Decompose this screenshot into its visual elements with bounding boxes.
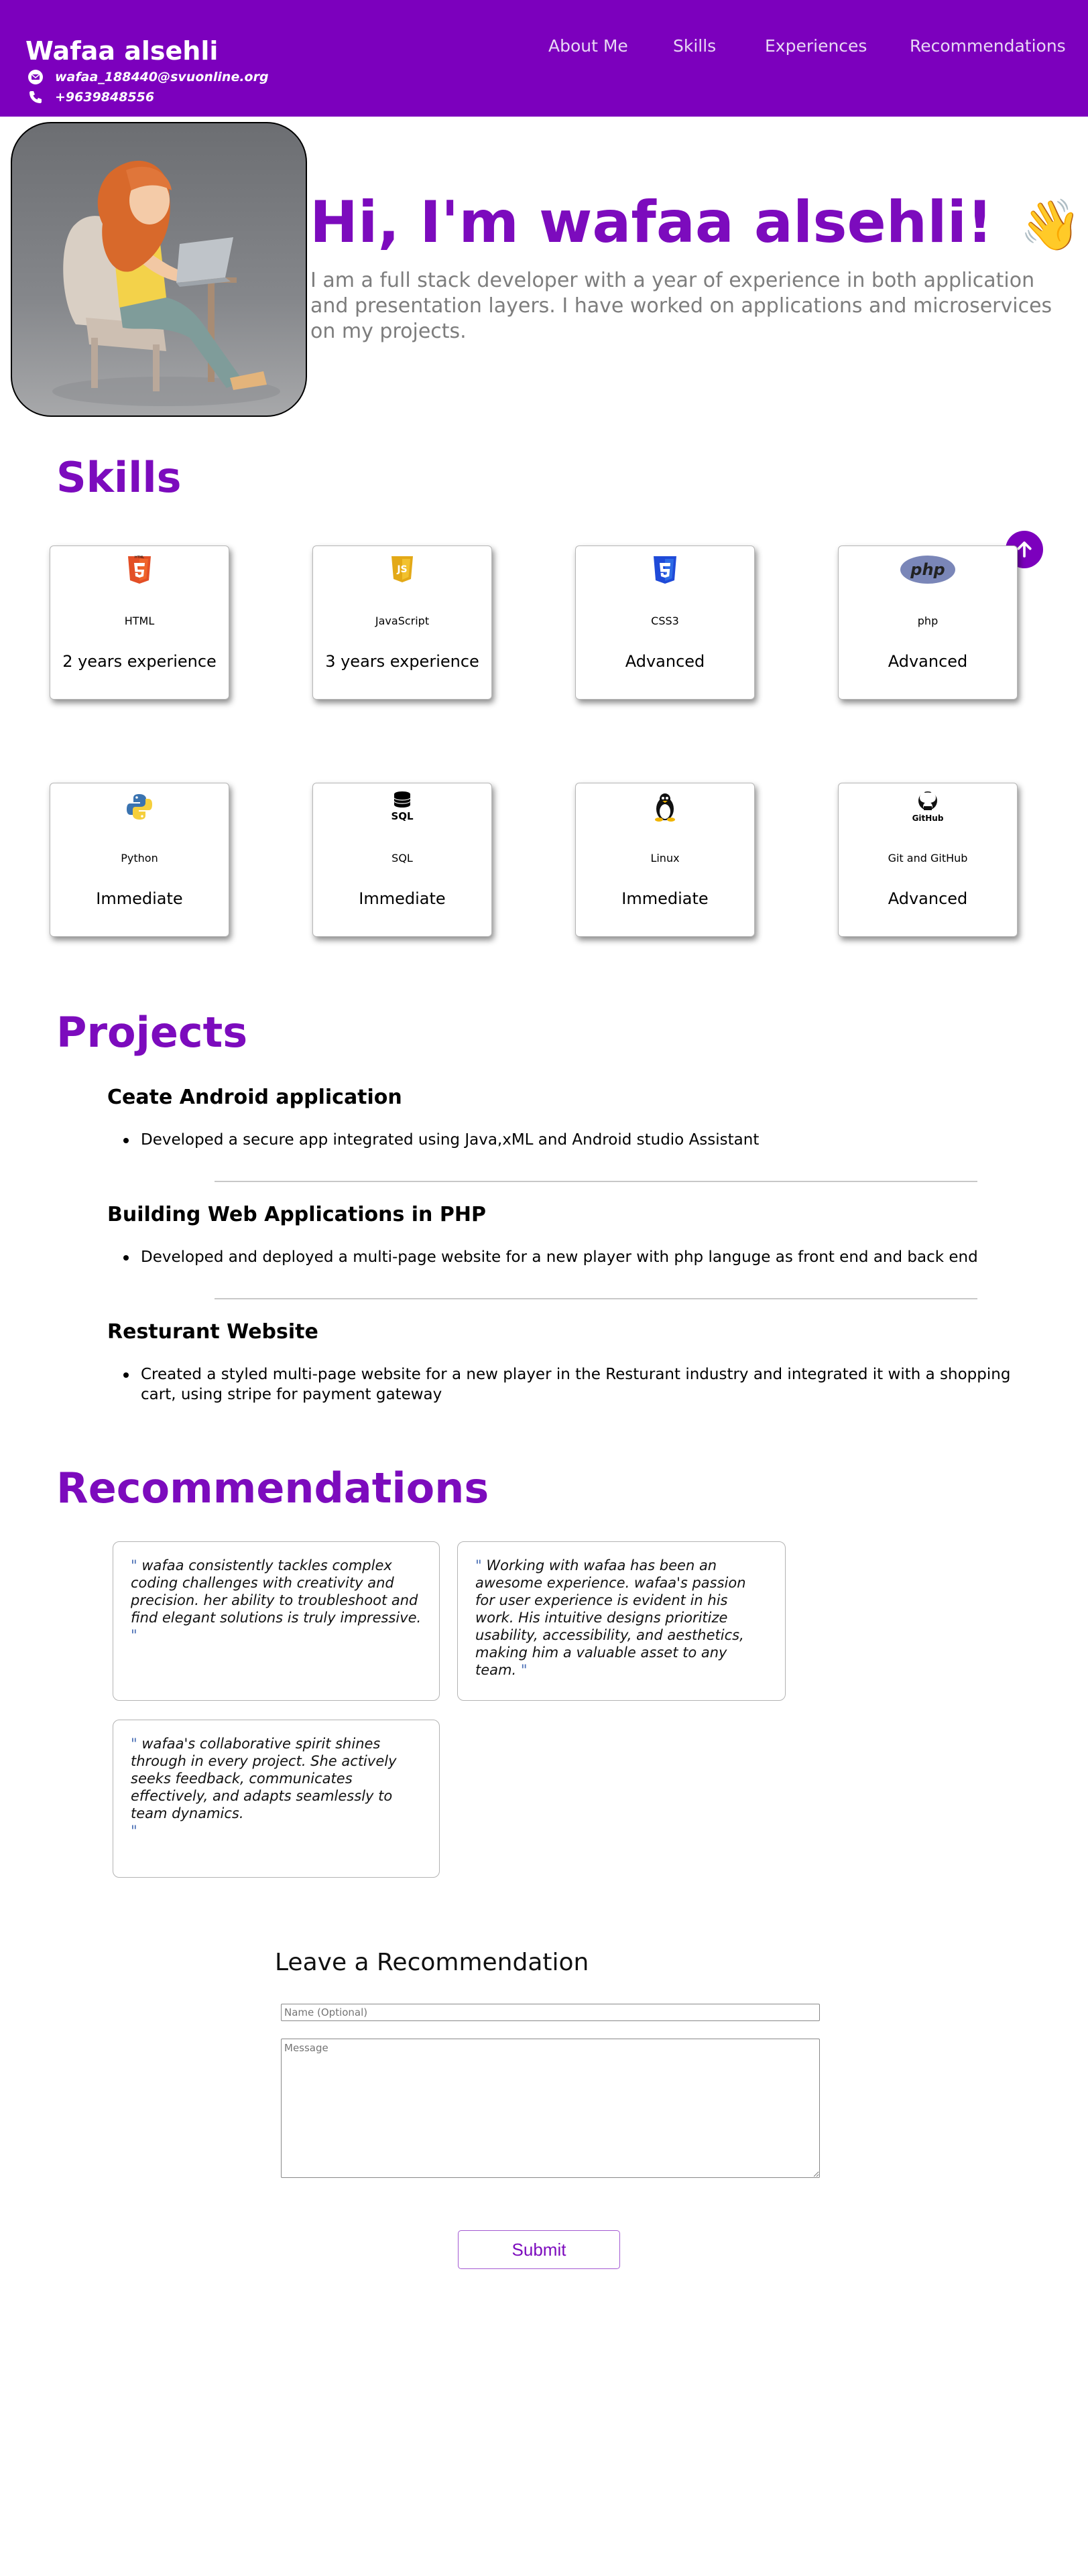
skill-level: 2 years experience xyxy=(62,652,217,671)
project-title: Resturant Website xyxy=(107,1320,318,1344)
skill-level: Immediate xyxy=(96,889,183,908)
close-quote-icon: " xyxy=(131,1823,137,1839)
skill-name: JavaScript xyxy=(375,615,430,627)
skills-heading: Skills xyxy=(56,453,182,502)
recommendation-text: wafaa's collaborative spirit shines thro… xyxy=(131,1736,397,1821)
close-quote-icon: " xyxy=(131,1627,137,1643)
brand-name: Wafaa alsehli xyxy=(25,36,219,66)
recommendation-form-title: Leave a Recommendation xyxy=(275,1949,589,1976)
github-icon: GitHub xyxy=(839,790,1017,824)
waving-hand-icon: 👋 xyxy=(1020,196,1082,254)
skill-card: HTML HTML 2 years experience xyxy=(50,545,229,700)
email-text[interactable]: wafaa_188440@svuonline.org xyxy=(55,70,269,84)
phone-icon xyxy=(27,88,44,106)
skill-name: Linux xyxy=(650,852,680,864)
skill-card: CSS3 Advanced xyxy=(575,545,755,700)
skill-card: Linux Immediate xyxy=(575,783,755,937)
project-bullet: Developed a secure app integrated using … xyxy=(123,1130,1050,1150)
skill-card: Python Immediate xyxy=(50,783,229,937)
email-icon xyxy=(27,68,44,86)
skill-card: SQL SQL Immediate xyxy=(312,783,492,937)
site-header: Wafaa alsehli wafaa_188440@svuonline.org… xyxy=(0,0,1088,117)
skill-name: SQL xyxy=(391,852,413,864)
skill-card: GitHub Git and GitHub Advanced xyxy=(838,783,1018,937)
html5-icon: HTML xyxy=(50,553,229,586)
recommendation-text: wafaa consistently tackles complex codin… xyxy=(131,1557,422,1626)
open-quote-icon: " xyxy=(131,1736,137,1752)
project-bullet: Created a styled multi-page website for … xyxy=(123,1364,1050,1405)
profile-illustration xyxy=(11,122,307,417)
nav-recommendations[interactable]: Recommendations xyxy=(910,36,1066,56)
svg-text:HTML: HTML xyxy=(135,556,144,560)
message-textarea[interactable] xyxy=(281,2039,820,2178)
skill-level: Advanced xyxy=(625,652,705,671)
contact-phone: +9639848556 xyxy=(27,88,154,106)
open-quote-icon: " xyxy=(475,1557,482,1573)
svg-text:JS: JS xyxy=(396,564,407,575)
nav-experiences[interactable]: Experiences xyxy=(765,36,867,56)
skill-level: Advanced xyxy=(888,652,968,671)
open-quote-icon: " xyxy=(131,1557,137,1573)
projects-heading: Projects xyxy=(56,1008,248,1057)
css3-icon xyxy=(576,553,754,586)
svg-text:SQL: SQL xyxy=(391,810,414,822)
sql-icon: SQL xyxy=(313,790,491,824)
hero-description: I am a full stack developer with a year … xyxy=(310,269,1052,343)
nav-skills[interactable]: Skills xyxy=(673,36,716,56)
skill-level: Immediate xyxy=(621,889,709,908)
recommendation-card: " wafaa consistently tackles complex cod… xyxy=(113,1541,440,1701)
submit-button[interactable]: Submit xyxy=(458,2230,620,2269)
skill-card: JS JavaScript 3 years experience xyxy=(312,545,492,700)
recommendation-card: " wafaa's collaborative spirit shines th… xyxy=(113,1720,440,1878)
skill-level: Advanced xyxy=(888,889,968,908)
contact-email: wafaa_188440@svuonline.org xyxy=(27,68,269,86)
svg-text:GitHub: GitHub xyxy=(912,814,944,823)
hero-title-text: Hi, I'm wafaa alsehli! xyxy=(310,189,993,256)
project-divider xyxy=(215,1298,977,1299)
project-title: Ceate Android application xyxy=(107,1086,402,1109)
recommendation-text: Working with wafaa has been an awesome e… xyxy=(475,1557,746,1678)
phone-text[interactable]: +9639848556 xyxy=(55,90,154,105)
skill-level: Immediate xyxy=(359,889,446,908)
project-title: Building Web Applications in PHP xyxy=(107,1203,486,1226)
javascript-icon: JS xyxy=(313,553,491,586)
name-input[interactable] xyxy=(281,2004,820,2021)
skill-level: 3 years experience xyxy=(325,652,479,671)
close-quote-icon: " xyxy=(520,1662,528,1678)
linux-icon xyxy=(576,790,754,824)
python-icon xyxy=(50,790,229,824)
recommendations-heading: Recommendations xyxy=(56,1464,489,1512)
svg-text:php: php xyxy=(910,560,945,579)
skill-name: CSS3 xyxy=(651,615,679,627)
nav-about-me[interactable]: About Me xyxy=(548,36,628,56)
skill-name: HTML xyxy=(124,615,155,627)
hero-title: Hi, I'm wafaa alsehli! 👋 xyxy=(310,189,1081,256)
php-icon: php xyxy=(839,553,1017,586)
skill-name: Git and GitHub xyxy=(888,852,968,864)
skill-card: php php Advanced xyxy=(838,545,1018,700)
skill-name: Python xyxy=(121,852,158,864)
recommendation-card: " Working with wafaa has been an awesome… xyxy=(457,1541,786,1701)
project-bullet: Developed and deployed a multi-page webs… xyxy=(123,1247,1050,1267)
skill-name: php xyxy=(917,615,939,627)
project-divider xyxy=(215,1181,977,1182)
